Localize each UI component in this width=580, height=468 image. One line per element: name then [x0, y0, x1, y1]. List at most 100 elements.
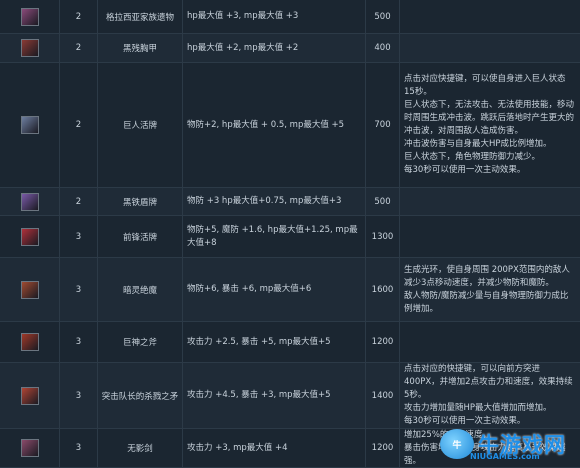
item-level: 3	[60, 429, 98, 467]
item-level: 3	[60, 363, 98, 428]
item-level-text: 3	[75, 443, 82, 453]
item-attributes-text: hp最大值 +2, mp最大值 +2	[187, 42, 299, 53]
item-level-text: 2	[75, 120, 82, 130]
item-level: 3	[60, 322, 98, 362]
item-price-text: 1400	[371, 390, 394, 401]
item-icon-cell	[0, 0, 60, 33]
item-attributes-text: 物防+6, 暴击 +6, mp最大值+6	[187, 284, 312, 294]
item-name: 巨神之斧	[98, 322, 183, 362]
item-description	[400, 188, 580, 215]
table-row: 3 暗灵绝魔 物防+6, 暴击 +6, mp最大值+6 1600 生成光环，使自身周围 …	[0, 258, 580, 322]
item-name-text: 无影剑	[127, 444, 153, 454]
item-description-text: 生成光环，使自身周围 200PX范围内的敌人减少3点移动速度，并减少物防和魔防。…	[404, 264, 570, 314]
item-price: 1300	[366, 216, 400, 257]
item-description-text: 点击对应的快捷键，可以向前方突进400PX，并增加2点攻击力和速度，效果持续5秒…	[404, 364, 573, 426]
item-level-text: 3	[75, 390, 82, 401]
item-icon-cell	[0, 322, 60, 362]
item-attributes: 物防+5, 魔防 +1.6, hp最大值+1.25, mp最大值+8	[183, 216, 366, 257]
item-description: 点击对应快捷键，可以使自身进入巨人状态15秒。 巨人状态下，无法攻击、无法使用技…	[400, 63, 580, 187]
item-icon-cell	[0, 429, 60, 467]
item-description: 生成光环，使自身周围 200PX范围内的敌人减少3点移动速度，并减少物防和魔防。…	[400, 258, 580, 321]
armor-icon[interactable]	[20, 39, 39, 57]
item-name-text: 黑铁盾牌	[122, 197, 157, 208]
item-level-text: 3	[75, 337, 82, 347]
item-price-text: 1300	[371, 231, 394, 242]
table-row: 3 巨神之斧 攻击力 +2.5, 暴击 +5, mp最大值+5 1200	[0, 322, 580, 363]
item-name: 无影剑	[98, 429, 183, 467]
sword-icon[interactable]	[20, 439, 39, 457]
item-price: 500	[366, 188, 400, 215]
item-name-text: 突击队长的杀戮之矛	[101, 391, 179, 402]
table-row: 2 巨人活牌 物防+2, hp最大值 + 0.5, mp最大值 +5 700 点击对应快…	[0, 63, 580, 188]
item-name-text: 暗灵绝魔	[122, 285, 157, 296]
item-name: 黑铁盾牌	[98, 188, 183, 215]
item-attributes: 物防+6, 暴击 +6, mp最大值+6	[183, 258, 366, 321]
table-row: 3 前锋活牌 物防+5, 魔防 +1.6, hp最大值+1.25, mp最大值+8 1…	[0, 216, 580, 258]
item-price-text: 1200	[371, 443, 394, 453]
item-description: 点击对应的快捷键，可以向前方突进400PX，并增加2点攻击力和速度，效果持续5秒…	[400, 363, 580, 428]
item-price: 1200	[366, 429, 400, 467]
mascot-icon: 牛	[440, 429, 474, 459]
item-name: 格拉西亚家族遗物	[98, 0, 183, 33]
item-attributes: hp最大值 +2, mp最大值 +2	[183, 34, 366, 62]
item-name: 巨人活牌	[98, 63, 183, 187]
item-level: 2	[60, 188, 98, 215]
item-level: 2	[60, 0, 98, 33]
item-attributes: 攻击力 +2.5, 暴击 +5, mp最大值+5	[183, 322, 366, 362]
item-icon-cell	[0, 188, 60, 215]
item-attributes-text: 物防+5, 魔防 +1.6, hp最大值+1.25, mp最大值+8	[187, 224, 358, 248]
item-name: 突击队长的杀戮之矛	[98, 363, 183, 428]
item-level: 2	[60, 63, 98, 187]
item-price-text: 400	[374, 43, 391, 53]
item-attributes-text: 攻击力 +4.5, 暴击 +3, mp最大值+5	[187, 390, 331, 400]
item-icon-cell	[0, 34, 60, 62]
item-price-text: 1200	[371, 337, 394, 347]
relic-scroll-icon[interactable]	[20, 7, 39, 26]
item-price: 700	[366, 63, 400, 187]
item-description-text: 点击对应快捷键，可以使自身进入巨人状态15秒。 巨人状态下，无法攻击、无法使用技…	[404, 74, 575, 175]
giant-gauntlet-icon[interactable]	[20, 116, 39, 134]
item-name-text: 巨神之斧	[122, 338, 157, 348]
spear-icon[interactable]	[20, 386, 39, 405]
item-name-text: 黑残胸甲	[122, 44, 157, 54]
item-name-text: 前锋活牌	[122, 232, 157, 243]
item-name: 暗灵绝魔	[98, 258, 183, 321]
item-price-text: 500	[374, 196, 391, 207]
item-level-text: 2	[75, 43, 82, 53]
item-level: 2	[60, 34, 98, 62]
item-description	[400, 34, 580, 62]
item-attributes-text: 物防 +3 hp最大值+0.75, mp最大值+3	[187, 196, 342, 206]
item-level-text: 2	[75, 196, 82, 207]
item-attributes: 攻击力 +3, mp最大值 +4	[183, 429, 366, 467]
item-price: 400	[366, 34, 400, 62]
helmet-icon[interactable]	[20, 280, 39, 299]
item-name: 前锋活牌	[98, 216, 183, 257]
item-icon-cell	[0, 216, 60, 257]
shield-icon[interactable]	[20, 227, 39, 246]
item-attributes: 物防 +3 hp最大值+0.75, mp最大值+3	[183, 188, 366, 215]
item-attributes: 攻击力 +4.5, 暴击 +3, mp最大值+5	[183, 363, 366, 428]
item-level: 3	[60, 216, 98, 257]
item-price: 1600	[366, 258, 400, 321]
item-attributes-text: 物防+2, hp最大值 + 0.5, mp最大值 +5	[187, 119, 345, 130]
item-price-text: 1600	[371, 284, 394, 295]
item-icon-cell	[0, 63, 60, 187]
item-name-text: 巨人活牌	[122, 121, 157, 131]
item-attributes: 物防+2, hp最大值 + 0.5, mp最大值 +5	[183, 63, 366, 187]
item-price-text: 700	[374, 120, 391, 130]
item-attributes-text: 攻击力 +3, mp最大值 +4	[187, 442, 288, 453]
item-attributes: hp最大值 +3, mp最大值 +3	[183, 0, 366, 33]
item-attributes-text: 攻击力 +2.5, 暴击 +5, mp最大值+5	[187, 336, 331, 347]
item-name: 黑残胸甲	[98, 34, 183, 62]
table-row: 2 黑铁盾牌 物防 +3 hp最大值+0.75, mp最大值+3 500	[0, 188, 580, 216]
item-description	[400, 322, 580, 362]
table-row: 2 黑残胸甲 hp最大值 +2, mp最大值 +2 400	[0, 34, 580, 63]
item-price-text: 500	[374, 11, 391, 22]
item-level-text: 3	[75, 231, 82, 242]
item-price: 1400	[366, 363, 400, 428]
axe-icon[interactable]	[20, 333, 39, 351]
item-description	[400, 216, 580, 257]
item-level-text: 3	[75, 284, 82, 295]
crystal-icon[interactable]	[20, 192, 39, 211]
watermark-url: NIUGAMES.com	[470, 452, 540, 461]
